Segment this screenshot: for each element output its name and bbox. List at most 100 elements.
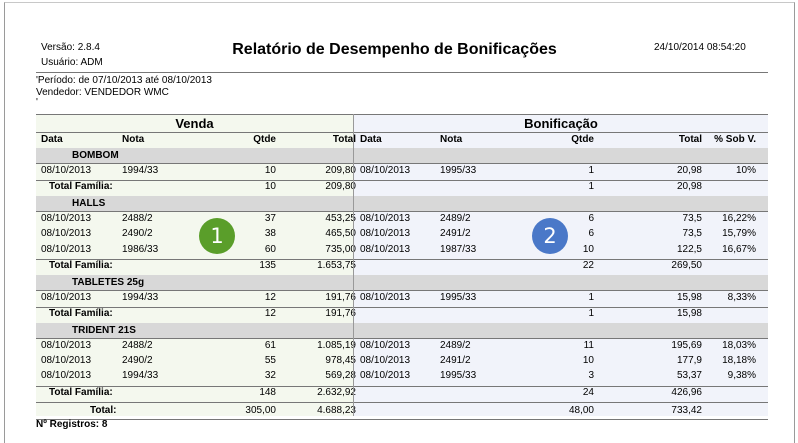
grand-total-venda-qtde: 305,00 [245,405,276,416]
family-total-bonif-total: 426,96 [671,387,702,398]
venda-total: 453,25 [325,213,356,225]
family-total-venda-qtde: 10 [264,181,276,192]
venda-nota: 2490/2 [122,355,153,367]
pct-sob-venda: 9,38% [727,370,756,382]
pct-sob-venda: 16,22% [722,213,756,225]
venda-group-header: Venda [175,116,214,131]
pct-sob-venda: 10% [735,165,756,176]
venda-total: 465,50 [325,228,356,240]
period-label: 'Período: de 07/10/2013 até 08/10/2013 [36,75,212,86]
bonif-nota: 1995/33 [440,165,477,176]
bonif-qtde: 11 [583,340,594,351]
family-total-bonif-qtde: 22 [582,260,594,271]
family-total-venda-total: 191,76 [325,308,356,319]
col-header-venda-qtde: Qtde [253,134,276,145]
venda-qtde: 37 [264,213,276,225]
seller-label: Vendedor: VENDEDOR WMC [36,87,169,98]
venda-total: 191,76 [325,291,356,303]
section-band [36,274,768,290]
venda-total: 1.085,19 [317,340,356,351]
venda-date: 08/10/2013 [41,355,92,367]
venda-qtde: 55 [264,355,276,367]
family-total-bonif-qtde: 1 [588,181,594,192]
family-total-bonif-total: 15,98 [676,308,702,319]
col-header-bonif-nota: Nota [440,134,463,145]
family-total-bonif-qtde: 1 [588,308,594,319]
family-total-label: Total Família: [49,387,113,398]
family-total-bonif-total: 269,50 [671,260,702,271]
family-total-venda-qtde: 135 [259,260,276,271]
grand-total-bonif-qtde: 48,00 [568,405,594,416]
pct-sob-venda: 18,03% [722,340,756,351]
bonif-qtde: 1 [588,165,594,176]
venda-nota: 2488/2 [122,213,153,225]
bonif-nota: 1995/33 [440,291,477,303]
apostrophe-mark: ' [36,97,38,108]
section-rule [36,163,768,164]
col-header-pct: % Sob V. [714,134,756,145]
section-rule [36,211,768,213]
grand-total-rule [36,402,768,403]
callout-badge-2: 2 [532,218,568,254]
venda-qtde: 32 [264,370,276,382]
family-total-label: Total Família: [49,260,113,271]
pct-sob-venda: 8,33% [727,291,756,303]
section-band [36,196,768,212]
family-total-label: Total Família: [49,181,113,192]
venda-total: 735,00 [325,243,356,255]
bonif-date: 08/10/2013 [360,291,411,303]
venda-date: 08/10/2013 [41,213,92,225]
callout-badge-1: 1 [199,218,235,254]
section-rule [36,338,768,339]
header-divider [36,72,768,73]
venda-total: 209,80 [325,165,356,176]
venda-nota: 2488/2 [122,340,153,351]
bonif-qtde: 10 [582,355,594,367]
records-count: Nº Registros: 8 [36,419,108,430]
bonif-date: 08/10/2013 [360,165,411,176]
section-title: TRIDENT 21S [72,325,136,336]
venda-qtde: 12 [264,291,276,303]
family-total-venda-qtde: 12 [264,308,276,319]
section-title: BOMBOM [72,150,119,161]
bonif-date: 08/10/2013 [360,370,411,382]
bonif-nota: 2489/2 [440,213,471,225]
venda-nota: 1994/33 [122,370,159,382]
bonif-date: 08/10/2013 [360,213,411,225]
venda-qtde: 61 [264,340,276,351]
family-total-venda-total: 209,80 [325,181,356,192]
section-title: HALLS [72,198,106,210]
report-datetime: 24/10/2014 08:54:20 [654,42,746,53]
bonif-nota: 1987/33 [440,243,477,255]
bonif-date: 08/10/2013 [360,355,411,367]
table-top-rule [36,114,768,115]
venda-nota: 2490/2 [122,228,153,240]
grand-total-bonif-total: 733,42 [671,405,702,416]
section-band [36,323,768,338]
venda-nota: 1986/33 [122,243,159,255]
venda-date: 08/10/2013 [41,243,92,255]
column-separator [353,114,354,416]
col-header-venda-total: Total [332,134,356,145]
family-total-label: Total Família: [49,308,113,319]
section-band [36,148,768,163]
col-header-venda-nota: Nota [122,134,145,145]
bonif-qtde: 3 [588,370,594,382]
bonif-nota: 2491/2 [440,355,471,367]
section-title: TABLETES 25g [72,276,145,288]
col-header-bonif-data: Data [360,134,382,145]
bonif-nota: 2491/2 [440,228,471,240]
bonif-qtde: 1 [588,291,594,303]
venda-total: 569,28 [325,370,356,382]
bonif-date: 08/10/2013 [360,243,411,255]
col-header-bonif-qtde: Qtde [571,134,594,145]
venda-nota: 1994/33 [122,291,159,303]
venda-qtde: 10 [264,165,276,176]
family-total-venda-total: 1.653,75 [317,260,356,271]
family-total-venda-total: 2.632,92 [317,387,356,398]
group-header-rule [36,132,768,133]
venda-date: 08/10/2013 [41,370,92,382]
grand-total-label: Total: [90,405,117,416]
family-total-bonif-total: 20,98 [676,181,702,192]
filter-info: 'Período: de 07/10/2013 até 08/10/2013 V… [36,75,212,108]
